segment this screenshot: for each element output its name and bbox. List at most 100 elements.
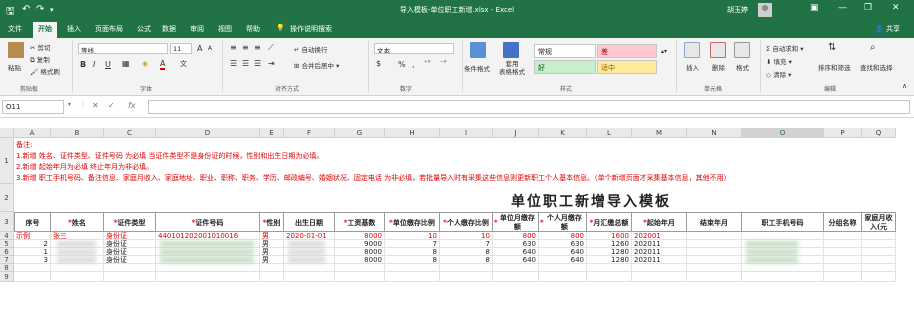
orientation-icon[interactable]: ⟋ [268,43,274,53]
cell-empty[interactable] [824,256,862,264]
fill-color-icon[interactable]: ◈ [142,59,148,68]
comma-button[interactable]: , [412,60,415,69]
row-header-8[interactable]: 8 [0,264,14,272]
style-neutral[interactable]: 适中 [597,60,657,74]
row-header-5[interactable]: 5 [0,240,14,248]
share-button[interactable]: 👤 共享 [875,24,900,34]
avatar[interactable] [758,3,772,17]
cell-empty[interactable] [335,264,385,272]
align-right-icon[interactable]: ☰ [254,59,261,68]
header-cell[interactable]: * 单位月缴存额 [493,212,539,232]
restore-button[interactable]: ❐ [864,3,872,13]
minimize-button[interactable]: — [838,3,847,13]
cell-seq[interactable]: 示例 [14,232,51,240]
column-header-l[interactable]: L [587,128,632,138]
cell-empty[interactable] [587,272,632,282]
tab-page-layout[interactable]: 页面布局 [95,24,123,34]
tab-insert[interactable]: 插入 [67,24,81,34]
cell-start[interactable]: 202011 [632,240,687,248]
close-button[interactable]: ✕ [892,3,900,13]
cancel-formula-button[interactable]: ✕ [92,101,99,110]
name-box[interactable]: O11 [2,100,64,114]
cell-empty[interactable] [632,272,687,282]
cell-empty[interactable] [51,272,104,282]
cell-empty[interactable] [14,272,51,282]
column-header-f[interactable]: F [284,128,335,138]
cell-empty[interactable] [862,264,896,272]
select-all-corner[interactable] [0,128,14,138]
column-header-q[interactable]: Q [862,128,896,138]
column-header-e[interactable]: E [260,128,284,138]
cell-empty[interactable] [284,272,335,282]
row-header-1[interactable]: 1 [0,138,14,184]
cell-start[interactable]: 202001 [632,232,687,240]
header-cell[interactable]: * 姓名 [51,212,104,232]
currency-icon[interactable]: $ [376,59,381,68]
cell-empty[interactable] [156,272,260,282]
cell-gender[interactable]: 男 [260,240,284,248]
cell-birth[interactable]: 2020-01-01 [284,232,335,240]
cell-empty[interactable] [862,248,896,256]
style-bad[interactable]: 差 [597,44,657,58]
find-select-icon[interactable]: ⌕ [870,42,876,53]
column-header-c[interactable]: C [104,128,156,138]
column-header-i[interactable]: I [440,128,493,138]
wrap-text-button[interactable]: ↵ 自动换行 [294,44,328,54]
collapse-ribbon-icon[interactable]: ∧ [902,82,907,90]
cell-personal-amount[interactable]: 630 [539,240,587,248]
header-cell[interactable]: 结束年月 [687,212,742,232]
ribbon-display-options-icon[interactable]: ▣ [810,3,819,13]
cell-empty[interactable] [14,264,51,272]
insert-cells-label[interactable]: 插入 [686,62,699,72]
header-cell[interactable]: 序号 [14,212,51,232]
cell-personal-amount[interactable]: 800 [539,232,587,240]
header-cell[interactable]: 家庭月收入(元 [862,212,896,232]
header-cell[interactable]: * 起始年月 [632,212,687,232]
format-cells-label[interactable]: 格式 [736,62,749,72]
style-good[interactable]: 好 [534,60,596,74]
cell-total[interactable]: 1600 [587,232,632,240]
number-format-select[interactable]: 文本 [374,43,454,54]
cell-unit-ratio[interactable]: 8 [385,256,440,264]
cut-button[interactable]: ✂ 剪切 [30,42,51,52]
align-top-icon[interactable]: ≡ [230,43,237,52]
header-cell[interactable]: * 个人月缴存额 [539,212,587,232]
clear-button[interactable]: ◇ 清除 ▾ [766,69,791,79]
cell-empty[interactable] [587,264,632,272]
cell-empty[interactable] [824,240,862,248]
insert-cells-icon[interactable] [684,42,700,58]
autosum-button[interactable]: Σ 自动求和 ▾ [766,43,804,53]
italic-button[interactable]: I [93,60,95,69]
cell-empty[interactable] [862,256,896,264]
sort-filter-label[interactable]: 排序和筛选 [818,62,851,72]
header-cell[interactable]: * 工资基数 [335,212,385,232]
align-left-icon[interactable]: ☰ [230,59,237,68]
cell-empty[interactable] [862,232,896,240]
cell-empty[interactable] [824,264,862,272]
column-header-n[interactable]: N [687,128,742,138]
column-header-k[interactable]: K [539,128,587,138]
note-line[interactable]: 2.新增 起始年月为必填 终止年月为非必填。 [16,162,153,172]
tab-home[interactable]: 开始 [33,22,57,38]
cell-personal-ratio[interactable]: 8 [440,248,493,256]
merge-center-button[interactable]: ⊞ 合并后居中 ▾ [294,60,339,70]
shrink-font-button[interactable]: A [208,45,212,52]
cell-gender[interactable]: 男 [260,248,284,256]
row-header-2[interactable]: 2 [0,184,14,212]
cell-total[interactable]: 1280 [587,256,632,264]
cell-empty[interactable] [104,264,156,272]
header-cell[interactable]: 出生日期 [284,212,335,232]
header-cell[interactable]: * 证件号码 [156,212,260,232]
font-color-button[interactable]: A [160,59,166,70]
cell-unit-amount[interactable]: 630 [493,240,539,248]
column-header-h[interactable]: H [385,128,440,138]
cell-start[interactable]: 202011 [632,248,687,256]
tab-data[interactable]: 数据 [162,24,176,34]
header-cell[interactable]: * 证件类型 [104,212,156,232]
header-cell[interactable]: 职工手机号码 [742,212,824,232]
format-as-table-label[interactable]: 套用 表格格式 [499,60,525,76]
header-cell[interactable]: * 个人缴存比例 [440,212,493,232]
align-middle-icon[interactable]: ≡ [242,43,249,52]
sheet-title[interactable]: 单位职工新增导入模板 [511,191,671,211]
cell-id-type[interactable]: 身份证 [104,232,156,240]
